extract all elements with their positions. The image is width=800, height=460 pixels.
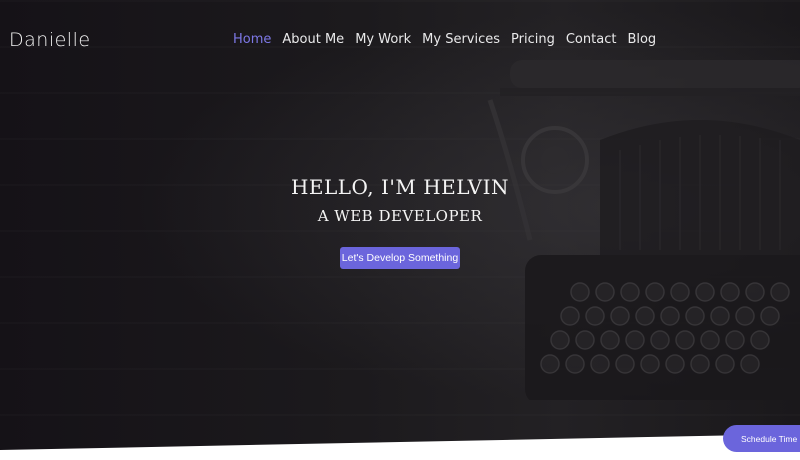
nav-item-contact[interactable]: Contact: [566, 32, 617, 47]
nav-item-blog[interactable]: Blog: [627, 32, 656, 47]
page: CORONA Danielle Home About Me: [0, 0, 800, 460]
hero-headline: HELLO, I'M HELVIN: [290, 175, 510, 199]
hero-subheadline: A WEB DEVELOPER: [317, 207, 483, 225]
develop-something-button[interactable]: Let's Develop Something: [340, 247, 460, 269]
bottom-divider: [0, 434, 800, 460]
nav-item-pricing[interactable]: Pricing: [511, 32, 555, 47]
hero-section: CORONA Danielle Home About Me: [0, 0, 800, 460]
nav-item-my-work[interactable]: My Work: [355, 32, 411, 47]
schedule-time-button[interactable]: Schedule Time: [723, 425, 800, 452]
nav-item-my-services[interactable]: My Services: [422, 32, 500, 47]
site-logo[interactable]: Danielle: [9, 29, 91, 51]
main-nav: Home About Me My Work My Services Pricin…: [233, 32, 656, 47]
nav-item-home[interactable]: Home: [233, 32, 271, 47]
nav-item-about-me[interactable]: About Me: [282, 32, 344, 47]
